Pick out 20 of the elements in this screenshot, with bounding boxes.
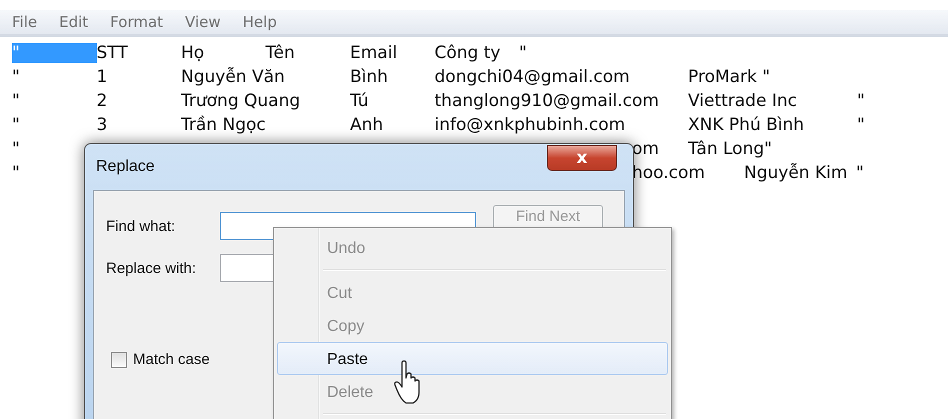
text-line: ": [12, 139, 20, 159]
text-line: hoo.com Nguyễn Kim ": [632, 162, 864, 185]
text-line: " 1 Nguyễn Văn Bình dongchi04@gmail.com ProMark ": [11, 66, 772, 89]
text-line: om Tân Long": [632, 138, 772, 161]
menu-item[interactable]: Format: [110, 13, 164, 31]
text-line: " STT Họ Tên Email Công ty ": [11, 42, 528, 65]
text-line: " 3 Trần Ngọc Anh info@xnkphubinh.com XNK Phú Bình ": [11, 114, 866, 137]
find-label: Find what:: [106, 218, 176, 234]
menu-item[interactable]: File: [12, 13, 38, 31]
text-line: ": [12, 163, 20, 183]
checkbox-label: Match case: [133, 351, 210, 368]
replace-label: Replace with:: [106, 260, 198, 276]
menu-item[interactable]: Help: [242, 13, 277, 31]
menu-item[interactable]: Edit: [59, 13, 88, 31]
checkbox[interactable]: [111, 352, 127, 368]
menu-item[interactable]: Paste: [277, 342, 668, 375]
close-button[interactable]: x: [547, 145, 617, 171]
menu-item[interactable]: View: [185, 13, 221, 31]
dialog-title: Replace: [96, 158, 155, 176]
text-line: " 2 Trương Quang Tú thanglong910@gmail.com Viettrade Inc ": [11, 90, 866, 113]
